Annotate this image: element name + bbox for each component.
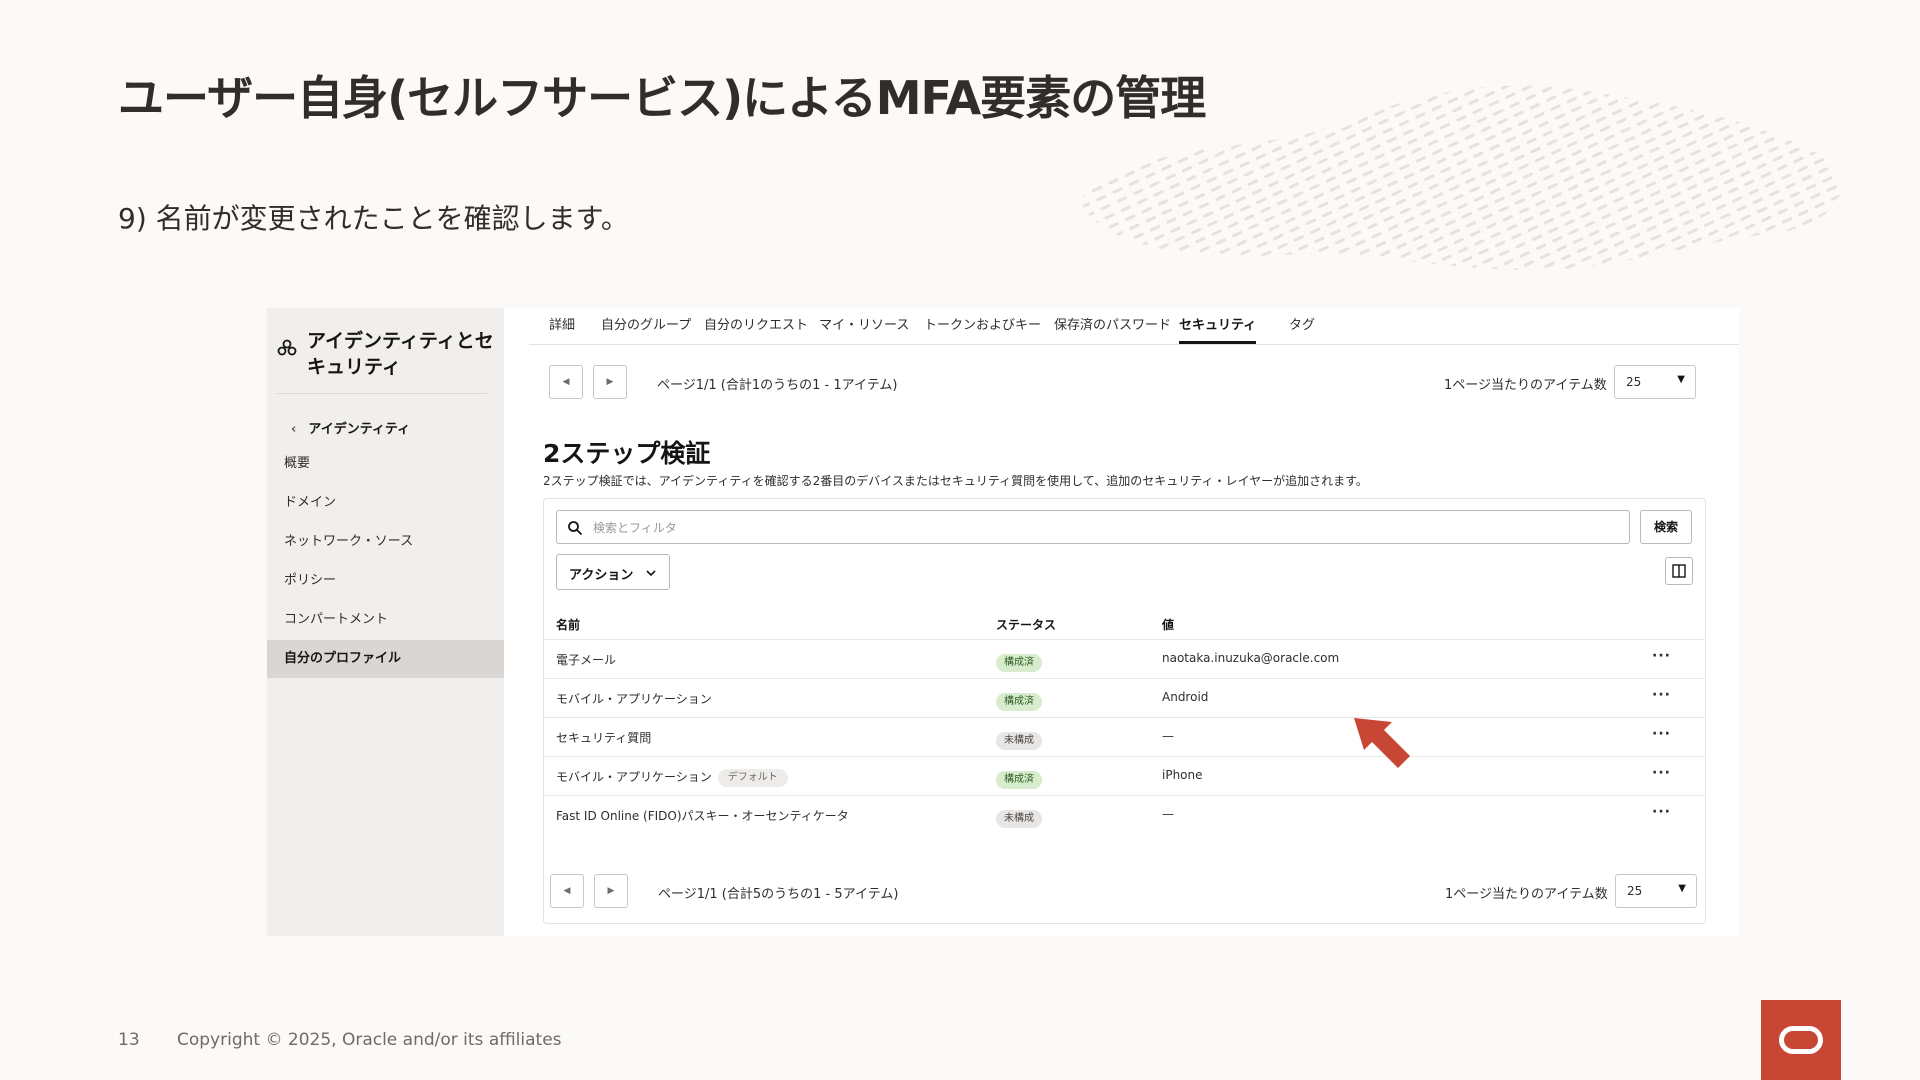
- factor-value: iPhone: [1162, 768, 1203, 782]
- sidebar-divider: [277, 393, 487, 394]
- search-icon: [568, 521, 583, 536]
- sidebar-item-overview[interactable]: 概要: [267, 445, 504, 483]
- factor-name: 電子メール: [556, 653, 617, 667]
- factor-name: セキュリティ質問: [556, 731, 652, 745]
- more-actions-icon[interactable]: ···: [1652, 726, 1671, 742]
- table-row: 電子メール 構成済 naotaka.inuzuka@oracle.com ···: [544, 639, 1705, 679]
- search-field: [556, 510, 1630, 544]
- sidebar-item-network-sources[interactable]: ネットワーク・ソース: [267, 523, 504, 561]
- per-page-label: 1ページ当たりのアイテム数: [1444, 378, 1607, 393]
- sidebar-item-domains[interactable]: ドメイン: [267, 484, 504, 522]
- table-row: モバイル・アプリケーション デフォルト 構成済 iPhone ···: [544, 756, 1705, 796]
- column-header-status[interactable]: ステータス: [996, 616, 1056, 633]
- search-button[interactable]: 検索: [1640, 510, 1692, 544]
- actions-label: アクション: [569, 568, 634, 583]
- next-page-button[interactable]: ▶: [594, 874, 628, 908]
- copyright: Copyright © 2025, Oracle and/or its affi…: [177, 1030, 562, 1050]
- factor-value: Android: [1162, 690, 1209, 704]
- tab-security[interactable]: セキュリティ: [1179, 314, 1257, 344]
- decorative-pattern-icon: [1080, 85, 1842, 270]
- tab-my-groups[interactable]: 自分のグループ: [601, 314, 691, 344]
- column-settings-button[interactable]: [1665, 557, 1693, 585]
- tab-saved-passwords[interactable]: 保存済のパスワード: [1054, 314, 1171, 344]
- caret-down-icon: ▼: [1678, 883, 1686, 894]
- tab-details[interactable]: 詳細: [549, 314, 575, 344]
- tab-my-requests[interactable]: 自分のリクエスト: [704, 314, 808, 344]
- status-badge: 構成済: [996, 654, 1042, 672]
- factor-value: naotaka.inuzuka@oracle.com: [1162, 651, 1340, 665]
- section-title: 2ステップ検証: [543, 439, 711, 468]
- pager-top: ◀ ▶ ページ1/1 (合計1のうちの1 - 1アイテム) 1ページ当たりのアイ…: [549, 365, 1729, 401]
- columns-icon: [1672, 564, 1686, 578]
- tab-my-resources[interactable]: マイ・リソース: [819, 314, 909, 344]
- more-actions-icon[interactable]: ···: [1652, 765, 1671, 781]
- oracle-ring-icon: [1779, 1026, 1823, 1054]
- sidebar: アイデンティティとセキュリティ ‹ アイデンティティ 概要 ドメイン ネットワーク…: [267, 308, 504, 936]
- search-input[interactable]: [591, 516, 1495, 540]
- factor-name-text: モバイル・アプリケーション: [556, 770, 712, 784]
- caret-down-icon: ▼: [1677, 374, 1685, 385]
- identity-icon: [277, 339, 297, 356]
- more-actions-icon[interactable]: ···: [1652, 648, 1671, 664]
- status-badge: 未構成: [996, 732, 1042, 750]
- tab-tokens-keys[interactable]: トークンおよびキー: [924, 314, 1041, 344]
- chevron-down-icon: [646, 570, 656, 577]
- status-badge: 構成済: [996, 771, 1042, 789]
- column-header-name[interactable]: 名前: [556, 616, 580, 633]
- sidebar-back-link[interactable]: ‹ アイデンティティ: [291, 418, 410, 437]
- mfa-factors-card: 検索 アクション 名前 ステータス 値 電子メール 構成済 naotaka.in…: [543, 498, 1706, 924]
- console-screenshot: アイデンティティとセキュリティ ‹ アイデンティティ 概要 ドメイン ネットワーク…: [267, 308, 1739, 936]
- per-page-value: 25: [1626, 375, 1642, 389]
- sidebar-header: アイデンティティとセキュリティ: [277, 322, 497, 380]
- more-actions-icon[interactable]: ···: [1652, 687, 1671, 703]
- pager-info: ページ1/1 (合計5のうちの1 - 5アイテム): [658, 887, 899, 902]
- step-instruction: 9) 名前が変更されたことを確認します。: [118, 202, 629, 235]
- factor-name: モバイル・アプリケーション: [556, 692, 712, 706]
- section-description: 2ステップ検証では、アイデンティティを確認する2番目のデバイスまたはセキュリティ…: [543, 474, 1368, 488]
- prev-page-button[interactable]: ◀: [549, 365, 583, 399]
- pager-info: ページ1/1 (合計1のうちの1 - 1アイテム): [657, 378, 898, 393]
- annotation-arrow-icon: [1354, 718, 1410, 768]
- factor-value: —: [1162, 729, 1174, 743]
- actions-menu-button[interactable]: アクション: [556, 554, 670, 590]
- pager-bottom: ◀ ▶ ページ1/1 (合計5のうちの1 - 5アイテム) 1ページ当たりのアイ…: [550, 874, 1730, 910]
- table-row: セキュリティ質問 未構成 — ···: [544, 717, 1705, 757]
- factor-value: —: [1162, 807, 1174, 821]
- page-number: 13: [118, 1030, 140, 1050]
- factor-name: モバイル・アプリケーション デフォルト: [556, 768, 788, 787]
- table-row: モバイル・アプリケーション 構成済 Android ···: [544, 678, 1705, 718]
- status-badge: 構成済: [996, 693, 1042, 711]
- sidebar-title: アイデンティティとセキュリティ: [307, 330, 494, 378]
- per-page-value: 25: [1627, 884, 1643, 898]
- default-tag: デフォルト: [717, 768, 788, 787]
- factor-name: Fast ID Online (FIDO)パスキー・オーセンティケータ: [556, 809, 849, 823]
- more-actions-icon[interactable]: ···: [1652, 804, 1671, 820]
- per-page-select[interactable]: 25 ▼: [1615, 874, 1697, 908]
- next-page-button[interactable]: ▶: [593, 365, 627, 399]
- profile-tabs: 詳細 自分のグループ 自分のリクエスト マイ・リソース トークンおよびキー 保存…: [529, 308, 1739, 345]
- per-page-label: 1ページ当たりのアイテム数: [1445, 887, 1608, 902]
- column-header-value[interactable]: 値: [1162, 616, 1174, 633]
- oracle-logo: [1761, 1000, 1841, 1080]
- sidebar-back-label: アイデンティティ: [308, 422, 411, 437]
- sidebar-item-compartments[interactable]: コンパートメント: [267, 601, 504, 639]
- table-row: Fast ID Online (FIDO)パスキー・オーセンティケータ 未構成 …: [544, 795, 1705, 835]
- prev-page-button[interactable]: ◀: [550, 874, 584, 908]
- slide-title: ユーザー自身(セルフサービス)によるMFA要素の管理: [118, 71, 1206, 125]
- status-badge: 未構成: [996, 810, 1042, 828]
- sidebar-item-policies[interactable]: ポリシー: [267, 562, 504, 600]
- per-page-select[interactable]: 25 ▼: [1614, 365, 1696, 399]
- sidebar-item-my-profile[interactable]: 自分のプロファイル: [267, 640, 504, 678]
- chevron-left-icon: ‹: [291, 422, 297, 437]
- tab-tags[interactable]: タグ: [1289, 314, 1315, 344]
